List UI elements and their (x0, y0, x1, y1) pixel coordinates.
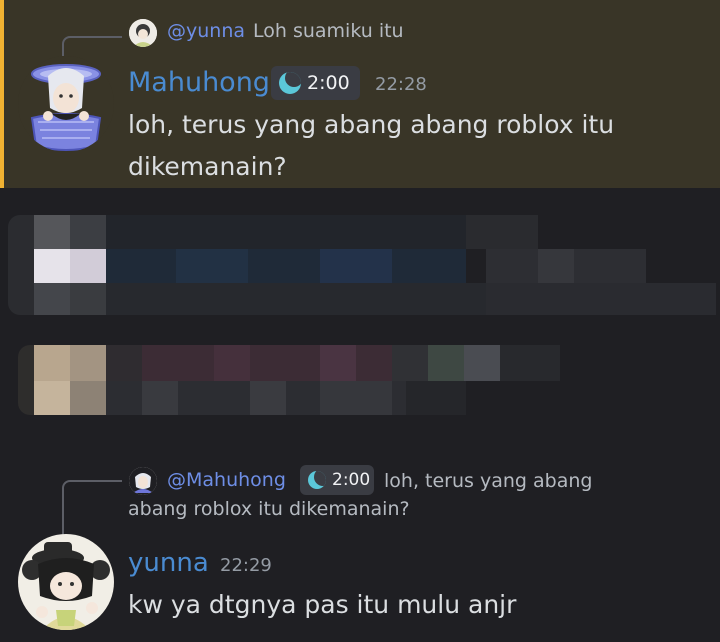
reply-author[interactable]: @yunna (167, 20, 245, 42)
author-name[interactable]: yunna (128, 548, 209, 578)
author-avatar[interactable] (18, 534, 114, 630)
author-name[interactable]: Mahuhong (128, 67, 270, 98)
reply-preview-text[interactable]: loh, terus yang abang abang roblox itu d… (128, 467, 648, 523)
moon-icon (279, 72, 301, 94)
message-timestamp[interactable]: 22:29 (220, 555, 272, 576)
message-content: kw ya dtgnya pas itu mulu anjr (128, 590, 517, 619)
author-avatar[interactable] (18, 56, 114, 152)
badge-text: 2:00 (307, 72, 350, 94)
message-timestamp[interactable]: 22:28 (375, 74, 427, 95)
reply-spine (62, 36, 122, 56)
reply-avatar[interactable] (129, 19, 157, 47)
message-content: loh, terus yang abang abang roblox itu d… (128, 110, 615, 181)
pixelated-redacted-content (0, 205, 720, 435)
reply-spine (62, 480, 122, 538)
mention-highlight-bar (0, 0, 4, 188)
highlighted-message: @yunna Loh suamiku itu Mahuhong 2:00 22:… (0, 0, 720, 188)
status-badge[interactable]: 2:00 (271, 66, 360, 100)
reply-preview-text[interactable]: Loh suamiku itu (253, 20, 404, 42)
